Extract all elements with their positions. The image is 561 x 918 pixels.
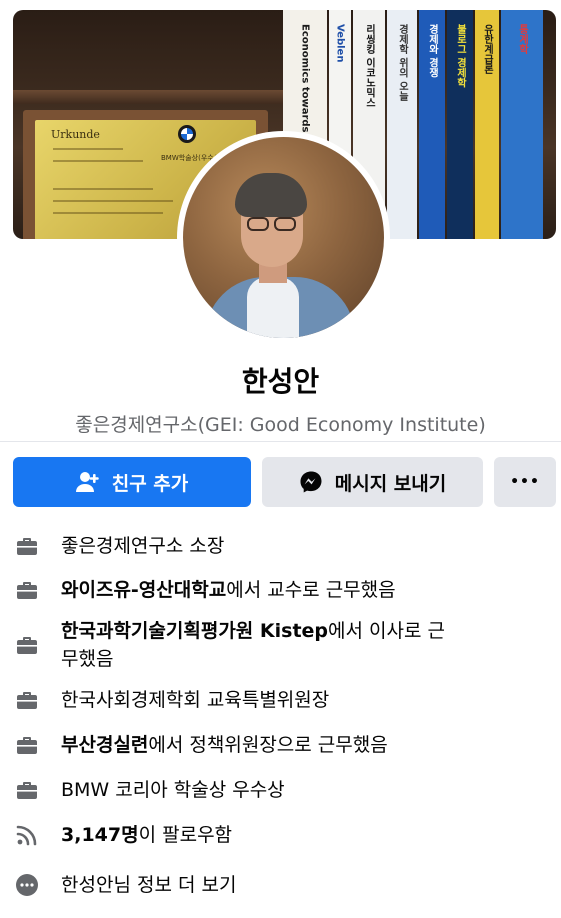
add-friend-button[interactable]: 친구 추가 bbox=[13, 457, 251, 507]
bookshelf bbox=[13, 90, 313, 104]
plaque-text-line bbox=[53, 160, 143, 162]
info-text: 부산경실련에서 정책위원장으로 근무했음 bbox=[61, 734, 388, 756]
book-spine: 유한계급론 bbox=[475, 10, 499, 239]
more-options-label: ••• bbox=[510, 474, 540, 490]
plaque-text-line bbox=[53, 200, 173, 202]
book-title: 유한계급론 bbox=[481, 24, 493, 74]
info-link-busan[interactable]: 부산경실련 bbox=[61, 734, 148, 756]
info-text: 한국과학기술기획평가원 Kistep에서 이사로 근무했음 bbox=[61, 620, 445, 670]
book-spine: 경제학 위의 오늘 bbox=[387, 10, 417, 239]
glasses-icon bbox=[274, 217, 296, 231]
briefcase-icon bbox=[17, 692, 37, 709]
avatar-shirt bbox=[247, 277, 299, 338]
info-text: 와이즈유-영산대학교에서 교수로 근무했음 bbox=[61, 579, 396, 601]
bmw-logo-icon bbox=[178, 125, 196, 143]
book-title: 경제와 경쟁 bbox=[426, 24, 438, 78]
more-options-button[interactable]: ••• bbox=[494, 457, 556, 507]
book-spine: 불로그 경제학 bbox=[447, 10, 473, 239]
briefcase-icon bbox=[17, 538, 37, 555]
briefcase-icon bbox=[17, 782, 37, 799]
followers-text[interactable]: 3,147명이 팔로우함 bbox=[61, 821, 531, 849]
see-more-label: 한성안님 정보 더 보기 bbox=[61, 874, 237, 896]
info-link-wiseu[interactable]: 와이즈유-영산대학교 bbox=[61, 579, 226, 601]
book-title: 경제학 위의 오늘 bbox=[396, 24, 408, 101]
glasses-icon bbox=[247, 217, 269, 231]
plaque-title: Urkunde bbox=[51, 128, 100, 141]
plaque-text-line bbox=[53, 148, 123, 150]
profile-subtitle: 좋은경제연구소(GEI: Good Economy Institute) bbox=[75, 414, 486, 436]
book-title: 불로그 경제학 bbox=[454, 24, 466, 88]
book-spine: 경제와 경쟁 bbox=[419, 10, 445, 239]
info-text: BMW 코리아 학술상 우수상 bbox=[61, 779, 285, 801]
info-link-kistep[interactable]: 한국과학기술기획평가원 Kistep bbox=[61, 620, 328, 642]
briefcase-icon bbox=[17, 582, 37, 599]
divider bbox=[0, 441, 561, 442]
profile-avatar[interactable] bbox=[177, 131, 390, 344]
book-title: Economics towards bbox=[299, 24, 311, 133]
book-title: 통계학 bbox=[516, 24, 528, 54]
info-text: 한국사회경제학회 교육특별위원장 bbox=[61, 689, 330, 711]
book-title: Veblen bbox=[334, 24, 346, 63]
info-text: 좋은경제연구소 소장 bbox=[61, 535, 225, 557]
briefcase-icon bbox=[17, 637, 37, 654]
profile-name: 한성안 bbox=[241, 365, 320, 398]
message-button[interactable]: 메시지 보내기 bbox=[262, 457, 483, 507]
add-friend-label: 친구 추가 bbox=[111, 472, 189, 495]
avatar-hair bbox=[235, 173, 307, 217]
book-title: 리씽킹 이코노믹스 bbox=[363, 24, 375, 108]
avatar-photo bbox=[183, 137, 384, 338]
briefcase-icon bbox=[17, 737, 37, 754]
plaque-text-line bbox=[53, 188, 153, 190]
plaque-text-line bbox=[53, 212, 163, 214]
rss-icon bbox=[16, 825, 37, 846]
add-friend-icon bbox=[75, 472, 99, 492]
more-dots-icon bbox=[16, 874, 38, 896]
messenger-icon bbox=[300, 471, 322, 493]
message-label: 메시지 보내기 bbox=[334, 472, 447, 495]
book-spine: 통계학 bbox=[501, 10, 543, 239]
